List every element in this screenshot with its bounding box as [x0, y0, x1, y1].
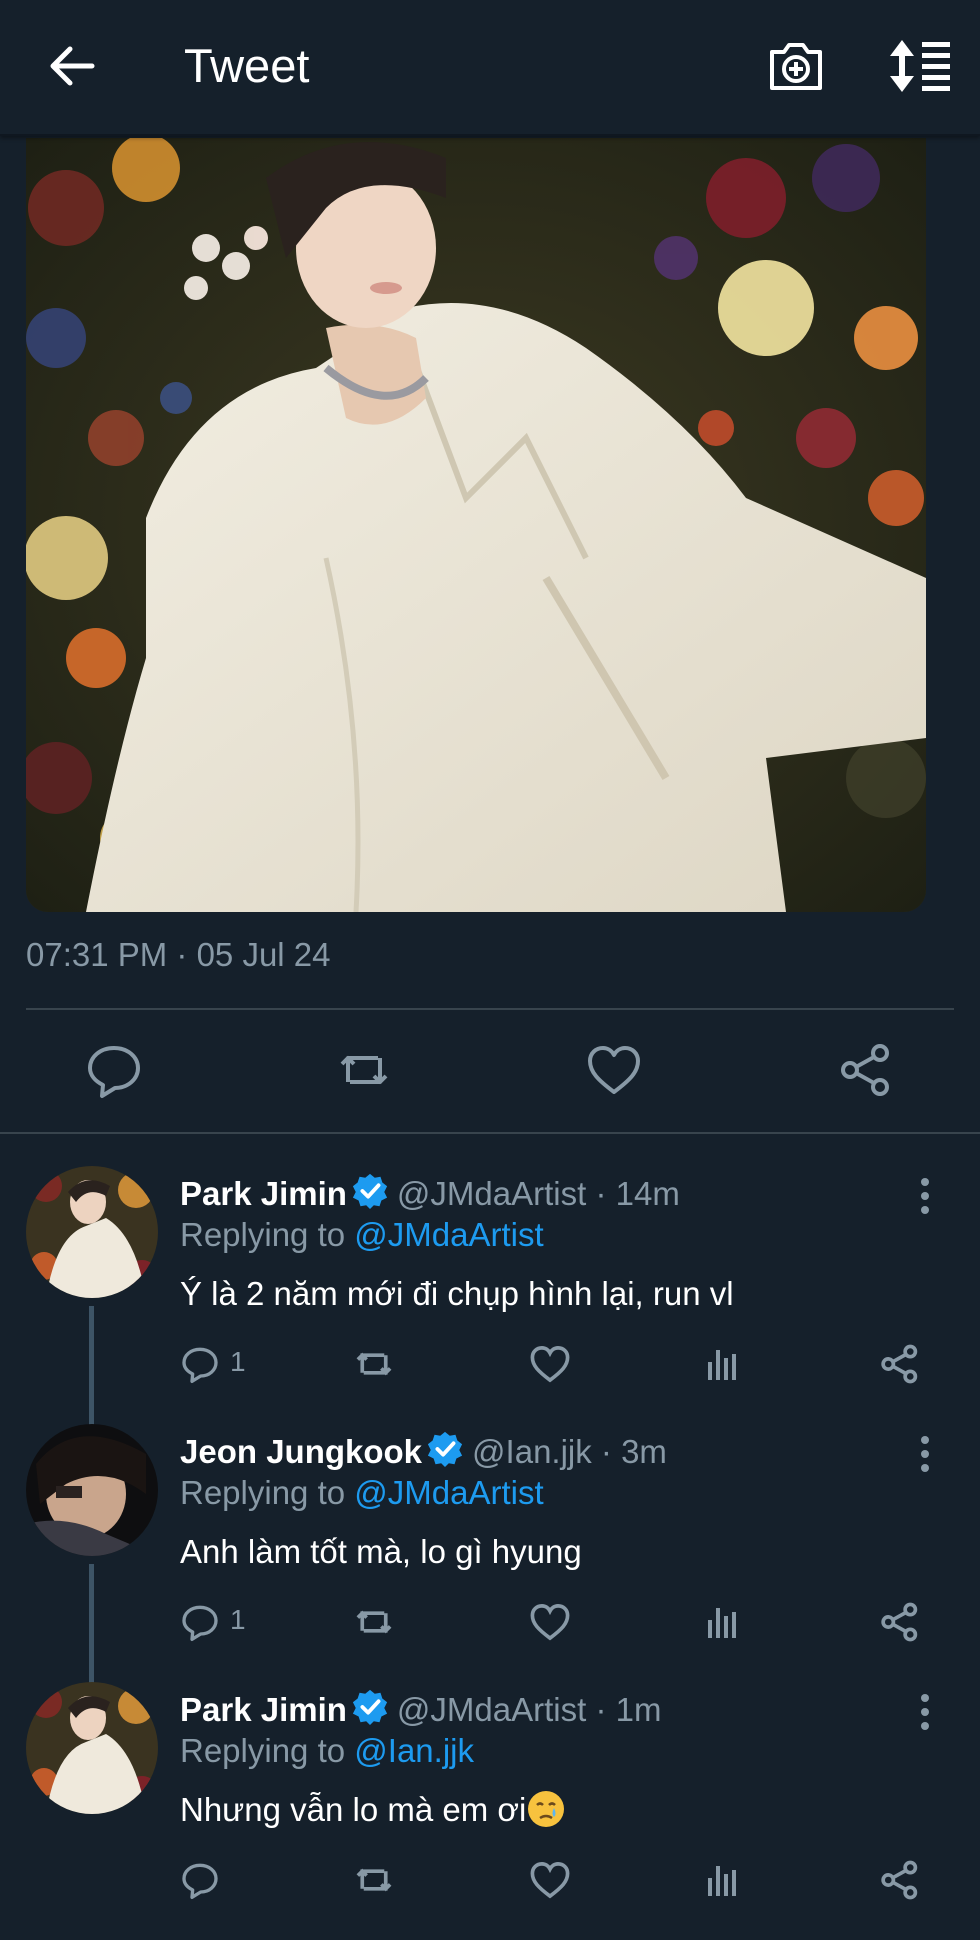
author-name[interactable]: Park Jimin: [180, 1175, 347, 1212]
tweet-photo[interactable]: [26, 138, 926, 912]
reply-icon: [182, 1863, 218, 1899]
replying-label: Replying to: [180, 1732, 346, 1769]
mention-link[interactable]: @JMdaArtist: [354, 1216, 543, 1253]
sort-button[interactable]: [884, 36, 954, 96]
like-icon: [530, 1346, 570, 1383]
author-name[interactable]: Jeon Jungkook: [180, 1433, 422, 1470]
more-options-button[interactable]: [910, 1690, 940, 1734]
avatar[interactable]: [26, 1424, 158, 1556]
share-icon: [881, 1344, 918, 1384]
more-options-button[interactable]: [910, 1174, 940, 1218]
like-button[interactable]: [528, 1342, 572, 1386]
camera-add-button[interactable]: [766, 36, 826, 96]
share-icon: [841, 1044, 889, 1096]
reply-icon: [88, 1046, 140, 1098]
retweet-icon: [356, 1610, 392, 1634]
reply-count: 1: [230, 1604, 246, 1635]
author-name[interactable]: Park Jimin: [180, 1691, 347, 1728]
mention-link[interactable]: @Ian.jjk: [354, 1732, 474, 1769]
reply-icon: [182, 1605, 218, 1641]
share-icon: [881, 1860, 918, 1900]
reply-button[interactable]: [84, 1040, 144, 1100]
retweet-button[interactable]: [352, 1858, 396, 1902]
like-icon: [588, 1046, 640, 1094]
author-handle: @Ian.jjk · 3m: [472, 1433, 667, 1470]
reply-tweet[interactable]: Jeon Jungkook @Ian.jjk · 3m Replying to @…: [0, 1424, 980, 1694]
like-icon: [530, 1604, 570, 1641]
share-button[interactable]: [878, 1858, 922, 1902]
share-button[interactable]: [878, 1600, 922, 1644]
reply-button[interactable]: [180, 1858, 224, 1902]
avatar[interactable]: [26, 1682, 158, 1814]
analytics-button[interactable]: [702, 1342, 746, 1386]
share-button[interactable]: [878, 1342, 922, 1386]
author-handle: @JMdaArtist · 1m: [396, 1691, 662, 1728]
crying-emoji-icon: [528, 1791, 565, 1827]
verified-icon: [427, 1431, 463, 1468]
retweet-icon: [356, 1868, 392, 1892]
back-arrow-icon: [50, 46, 95, 86]
share-icon: [881, 1602, 918, 1642]
retweet-button[interactable]: [352, 1600, 396, 1644]
thread-line: [89, 1306, 94, 1436]
analytics-button[interactable]: [702, 1600, 746, 1644]
reply-icon: [182, 1347, 218, 1383]
mention-link[interactable]: @JMdaArtist: [354, 1474, 543, 1511]
replying-label: Replying to: [180, 1474, 346, 1511]
more-icon: [921, 1436, 929, 1472]
divider: [26, 1008, 954, 1010]
top-app-bar: Tweet: [0, 0, 980, 136]
sort-icon: [890, 40, 950, 92]
like-button[interactable]: [528, 1858, 572, 1902]
tweet-timestamp: 07:31 PM · 05 Jul 24: [26, 936, 331, 973]
author-handle: @JMdaArtist · 14m: [396, 1175, 680, 1212]
analytics-icon: [708, 1350, 736, 1380]
reply-tweet[interactable]: Park Jimin @JMdaArtist · 1m Replying to @…: [0, 1682, 980, 1940]
like-button[interactable]: [528, 1600, 572, 1644]
like-button[interactable]: [584, 1040, 644, 1100]
analytics-icon: [708, 1608, 736, 1638]
back-button[interactable]: [44, 38, 100, 94]
reply-text: Ý là 2 năm mới đi chụp hình lại, run vl: [180, 1275, 734, 1312]
like-icon: [530, 1862, 570, 1899]
retweet-button[interactable]: [352, 1342, 396, 1386]
thread-line: [89, 1564, 94, 1694]
page-title: Tweet: [184, 39, 310, 92]
reply-count: 1: [230, 1346, 246, 1377]
analytics-button[interactable]: [702, 1858, 746, 1902]
replying-label: Replying to: [180, 1216, 346, 1253]
retweet-icon: [356, 1352, 392, 1376]
camera-add-icon: [770, 43, 822, 90]
reply-tweet[interactable]: Park Jimin @JMdaArtist · 14m Replying to …: [0, 1166, 980, 1436]
retweet-icon: [340, 1056, 388, 1084]
reply-text: Anh làm tốt mà, lo gì hyung: [180, 1533, 582, 1570]
retweet-button[interactable]: [334, 1040, 394, 1100]
verified-icon: [352, 1173, 388, 1210]
analytics-icon: [708, 1866, 736, 1896]
divider: [0, 1132, 980, 1134]
reply-button[interactable]: 1: [180, 1600, 260, 1644]
share-button[interactable]: [836, 1040, 896, 1100]
reply-button[interactable]: 1: [180, 1342, 260, 1386]
more-icon: [921, 1178, 929, 1214]
more-icon: [921, 1694, 929, 1730]
avatar[interactable]: [26, 1166, 158, 1298]
verified-icon: [352, 1689, 388, 1726]
more-options-button[interactable]: [910, 1432, 940, 1476]
reply-text: Nhưng vẫn lo mà em ơi: [180, 1791, 527, 1828]
